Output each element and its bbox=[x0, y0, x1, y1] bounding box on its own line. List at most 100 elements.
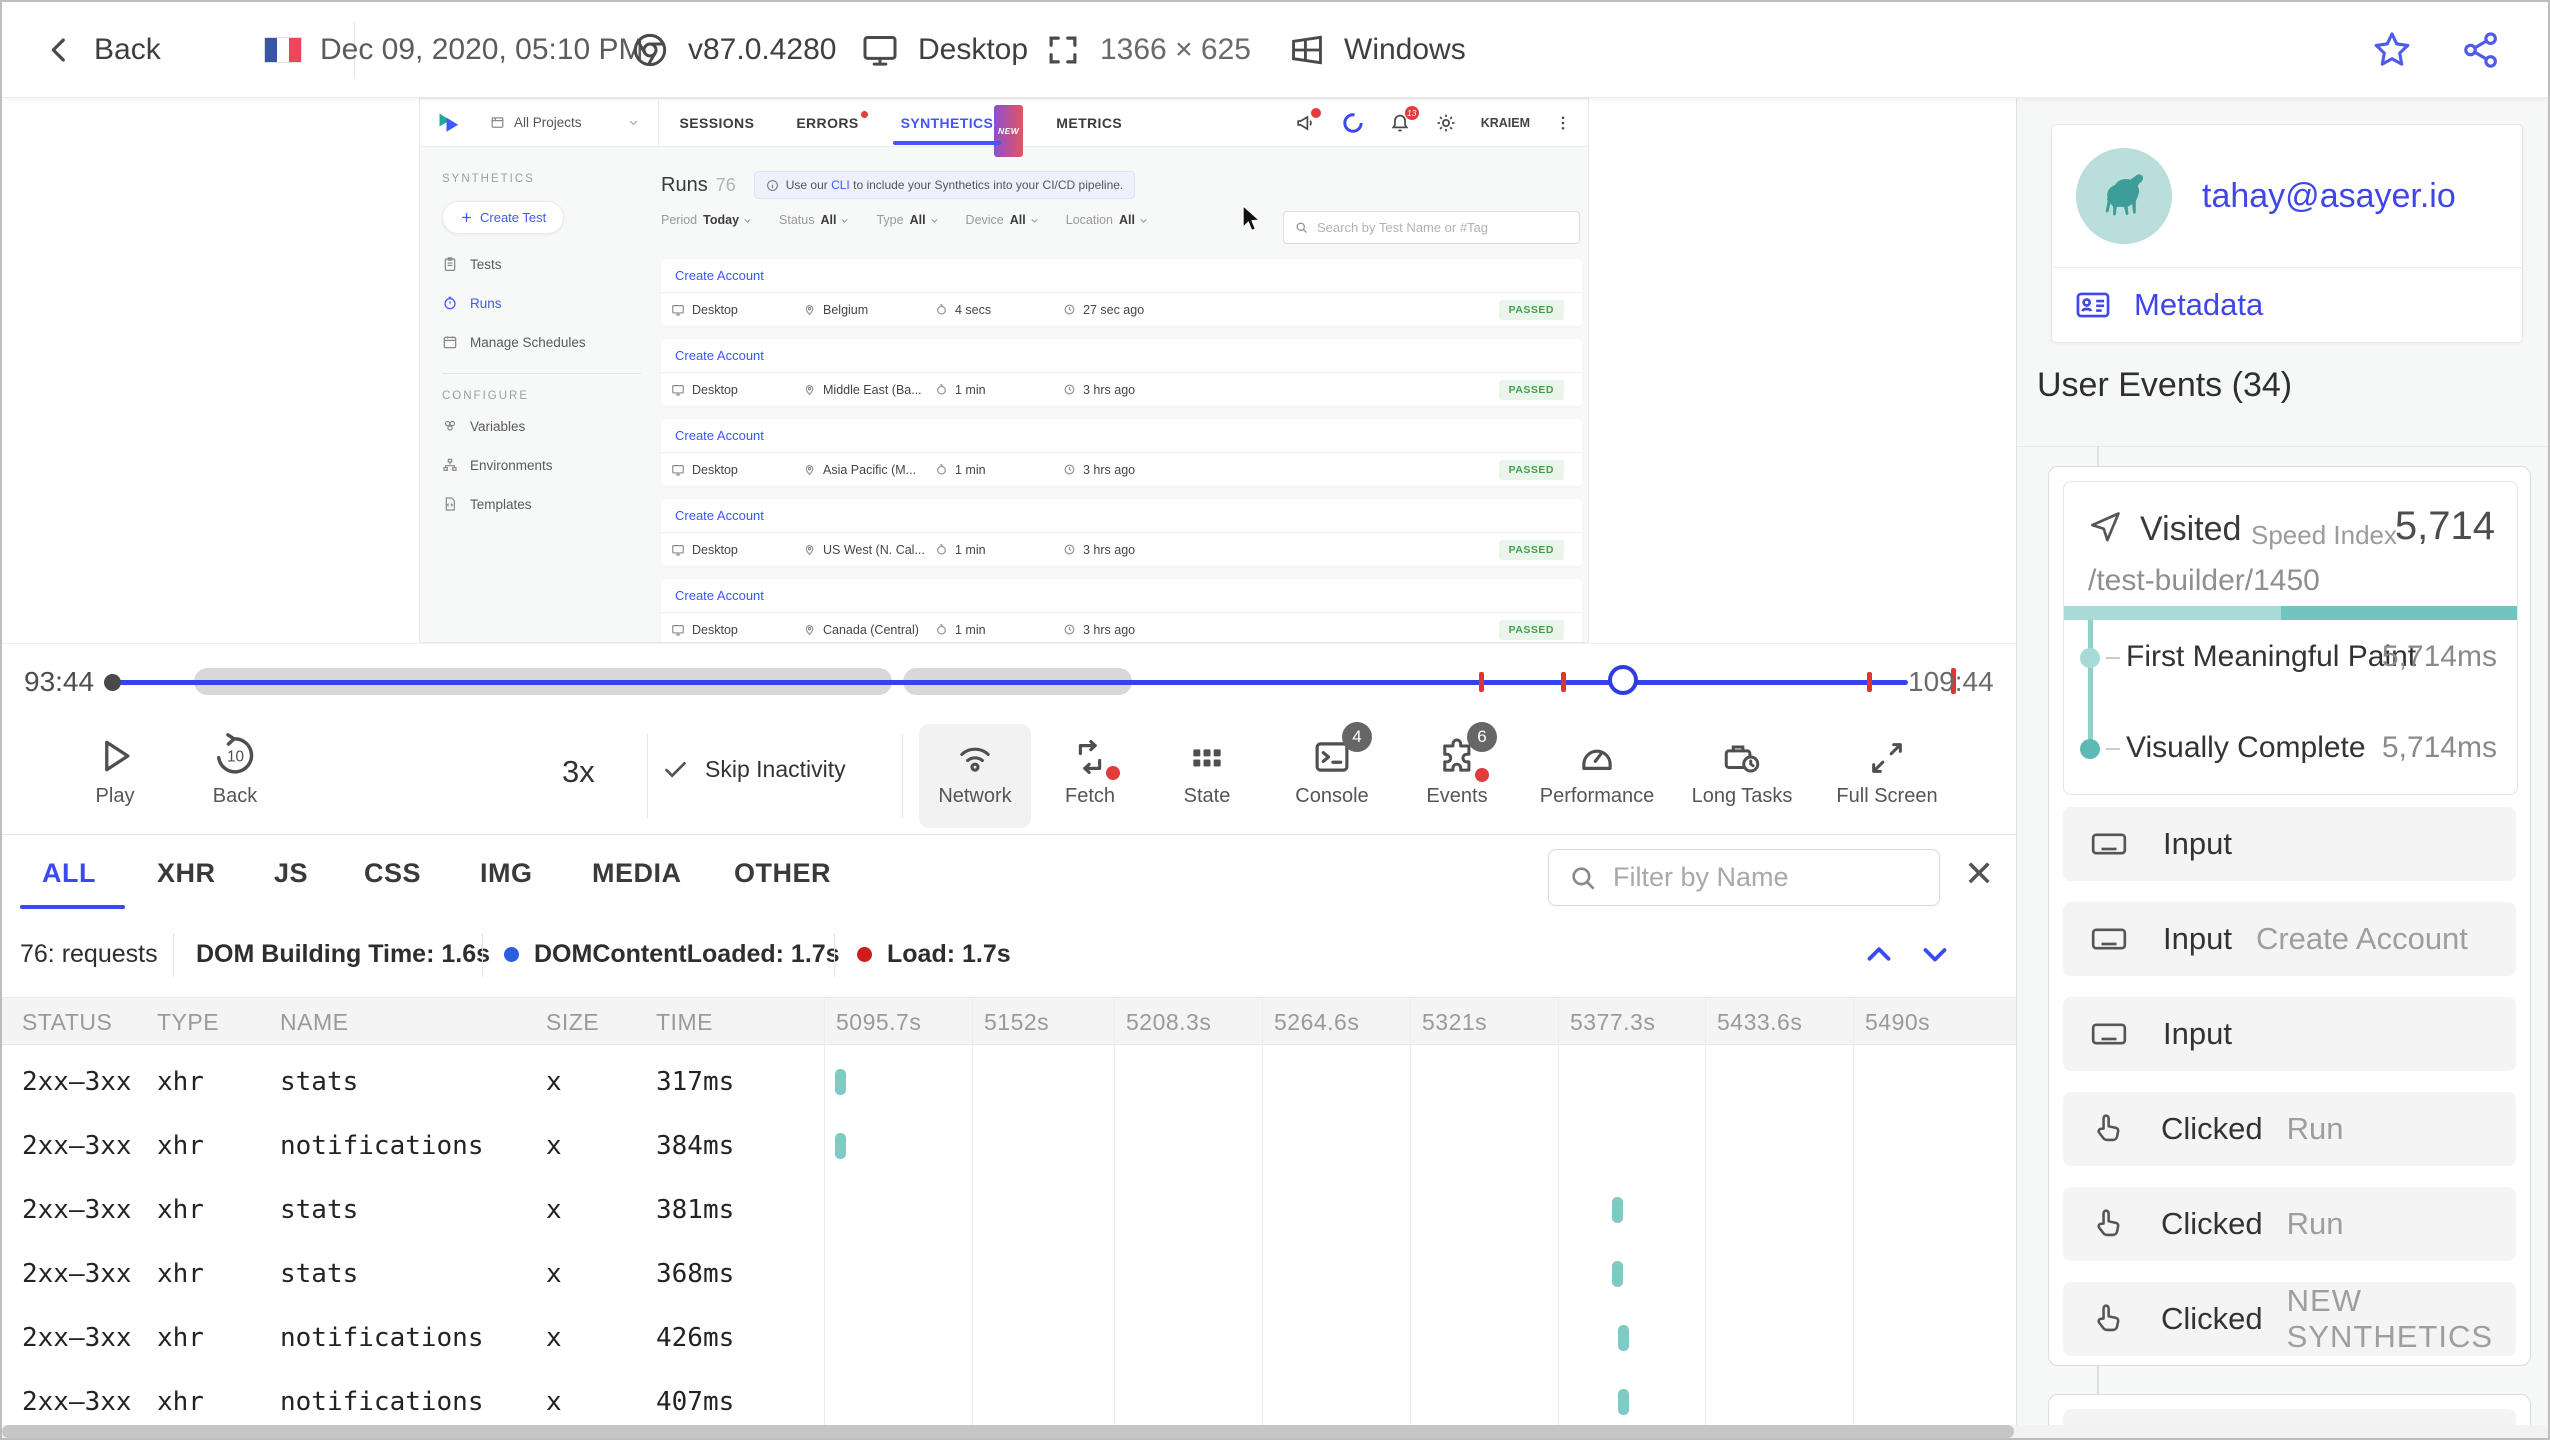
user-email[interactable]: tahay@asayer.io bbox=[2202, 177, 2456, 216]
filter-type[interactable]: Type All bbox=[876, 213, 939, 227]
cli-link[interactable]: CLI bbox=[831, 178, 850, 192]
search-icon bbox=[1294, 220, 1309, 235]
event-item-input[interactable]: Input bbox=[2063, 997, 2516, 1071]
run-card[interactable]: Create Account Desktop Belgium 4 secs 27… bbox=[661, 259, 1582, 326]
location-pin-icon bbox=[803, 303, 816, 316]
tab-metrics[interactable]: METRICS bbox=[1056, 99, 1122, 147]
tab-img[interactable]: IMG bbox=[480, 835, 533, 911]
event-item-clicked[interactable]: Clicked NEW SYNTHETICS bbox=[2063, 1282, 2516, 1356]
skip-inactivity-toggle[interactable]: Skip Inactivity bbox=[662, 756, 846, 783]
playhead-handle[interactable] bbox=[1608, 665, 1638, 695]
tool-full-screen-button[interactable]: Full Screen bbox=[1827, 730, 1947, 808]
sidebar-item-variables[interactable]: Variables bbox=[442, 418, 661, 434]
visited-card[interactable]: Visited Speed Index 5,714 /test-builder/… bbox=[2063, 481, 2518, 795]
event-item-clicked[interactable]: Clicked Run bbox=[2063, 1187, 2516, 1261]
sidebar-item-templates[interactable]: Templates bbox=[442, 496, 661, 512]
timeline-track[interactable] bbox=[112, 680, 1908, 685]
filter-period[interactable]: Period Today bbox=[661, 213, 753, 227]
tab-sessions[interactable]: SESSIONS bbox=[680, 99, 755, 147]
run-card[interactable]: Create Account Desktop Asia Pacific (M..… bbox=[661, 419, 1582, 486]
run-location: Canada (Central) bbox=[823, 622, 919, 637]
request-row[interactable]: 2xx–3xx xhr stats x 381ms bbox=[2, 1178, 2018, 1242]
event-item-input[interactable]: Input Create Account bbox=[2063, 902, 2516, 976]
run-name-link[interactable]: Create Account bbox=[675, 588, 764, 603]
kebab-menu-icon[interactable] bbox=[1554, 114, 1572, 132]
tool-events-button[interactable]: Events 6 bbox=[1397, 722, 1517, 808]
keyboard-icon bbox=[2089, 824, 2129, 864]
tool-fetch-button[interactable]: Fetch bbox=[1030, 730, 1150, 808]
time-tick: 5208.3s bbox=[1126, 1009, 1212, 1035]
tab-css[interactable]: CSS bbox=[364, 835, 421, 911]
request-row[interactable]: 2xx–3xx xhr notifications x 384ms bbox=[2, 1114, 2018, 1178]
announcements-button[interactable] bbox=[1295, 107, 1321, 134]
issue-marker[interactable] bbox=[1867, 672, 1872, 692]
tab-synthetics[interactable]: SYNTHETICS NEW bbox=[892, 99, 1024, 157]
tab-media[interactable]: MEDIA bbox=[592, 835, 682, 911]
filter-device[interactable]: Device All bbox=[966, 213, 1040, 227]
request-row[interactable]: 2xx–3xx xhr notifications x 426ms bbox=[2, 1306, 2018, 1370]
test-search-input[interactable] bbox=[1317, 220, 1569, 235]
tool-console-button[interactable]: Console 4 bbox=[1272, 722, 1392, 808]
project-selector[interactable]: All Projects bbox=[490, 115, 640, 130]
device-group: Desktop bbox=[860, 2, 1028, 98]
run-name-link[interactable]: Create Account bbox=[675, 268, 764, 283]
run-card[interactable]: Create Account Desktop Middle East (Ba..… bbox=[661, 339, 1582, 406]
run-card[interactable]: Create Account Desktop Canada (Central) … bbox=[661, 579, 1582, 642]
play-button[interactable]: Play bbox=[55, 730, 175, 808]
tool-state-button[interactable]: State bbox=[1147, 730, 1267, 808]
gear-icon[interactable] bbox=[1435, 112, 1457, 134]
stopwatch-icon bbox=[935, 463, 948, 476]
tool-performance-button[interactable]: Performance bbox=[1537, 730, 1657, 808]
request-row[interactable]: 2xx–3xx xhr stats x 368ms bbox=[2, 1242, 2018, 1306]
recorded-cursor-icon bbox=[1240, 204, 1266, 234]
run-name-link[interactable]: Create Account bbox=[675, 508, 764, 523]
event-item-input[interactable]: Input bbox=[2063, 807, 2516, 881]
speed-button[interactable]: 3x bbox=[562, 754, 595, 790]
event-value: NEW SYNTHETICS bbox=[2286, 1283, 2494, 1354]
back-10-button[interactable]: 10 Back bbox=[175, 730, 295, 808]
prev-request-button[interactable] bbox=[1860, 935, 1898, 973]
issue-marker[interactable] bbox=[1561, 672, 1566, 692]
run-name-link[interactable]: Create Account bbox=[675, 428, 764, 443]
time-tick: 5433.6s bbox=[1717, 1009, 1803, 1035]
favorite-button[interactable] bbox=[2370, 2, 2414, 98]
event-item-clicked[interactable]: Clicked Run bbox=[2063, 1092, 2516, 1166]
cell-time: 368ms bbox=[656, 1259, 735, 1289]
chevron-left-icon bbox=[42, 33, 76, 67]
metadata-button[interactable]: Metadata bbox=[2052, 267, 2522, 342]
back-button[interactable]: Back bbox=[42, 2, 161, 98]
run-time-ago: 3 hrs ago bbox=[1083, 622, 1136, 637]
tab-js[interactable]: JS bbox=[274, 835, 308, 911]
tab-all[interactable]: ALL bbox=[42, 835, 96, 911]
tool-network-button[interactable]: Network bbox=[915, 730, 1035, 808]
notifications-button[interactable]: 13 bbox=[1389, 105, 1419, 134]
events-connector bbox=[2097, 446, 2099, 466]
sidebar-item-manage-schedules[interactable]: Manage Schedules bbox=[442, 334, 661, 350]
issue-marker[interactable] bbox=[1479, 672, 1484, 692]
create-test-button[interactable]: Create Test bbox=[442, 201, 565, 234]
tool-long-tasks-button[interactable]: Long Tasks bbox=[1682, 730, 1802, 808]
speed-index-label: Speed Index bbox=[2250, 520, 2397, 550]
sidebar-item-tests[interactable]: Tests bbox=[442, 256, 661, 272]
keyboard-icon bbox=[2089, 919, 2129, 959]
horizontal-scrollbar-thumb[interactable] bbox=[2, 1425, 2014, 1438]
errors-alert-dot bbox=[860, 110, 868, 118]
filter-location[interactable]: Location All bbox=[1066, 213, 1149, 227]
request-row[interactable]: 2xx–3xx xhr stats x 317ms bbox=[2, 1050, 2018, 1114]
tab-other[interactable]: OTHER bbox=[734, 835, 831, 911]
user-name[interactable]: KRAIEM bbox=[1481, 116, 1530, 130]
sidebar-item-runs[interactable]: Runs bbox=[442, 295, 661, 311]
filter-status[interactable]: Status All bbox=[779, 213, 850, 227]
event-type: Input bbox=[2163, 1016, 2232, 1051]
run-card[interactable]: Create Account Desktop US West (N. Cal..… bbox=[661, 499, 1582, 566]
tab-xhr[interactable]: XHR bbox=[157, 835, 216, 911]
name-filter-input[interactable] bbox=[1613, 862, 1921, 893]
cell-name: notifications bbox=[280, 1131, 484, 1161]
tab-errors[interactable]: ERRORS bbox=[796, 99, 868, 147]
next-request-button[interactable] bbox=[1916, 935, 1954, 973]
share-button[interactable] bbox=[2460, 2, 2502, 98]
sidebar-item-environments[interactable]: Environments bbox=[442, 457, 661, 473]
star-icon bbox=[2370, 28, 2414, 72]
run-name-link[interactable]: Create Account bbox=[675, 348, 764, 363]
close-panel-button[interactable]: ✕ bbox=[1964, 853, 1994, 895]
